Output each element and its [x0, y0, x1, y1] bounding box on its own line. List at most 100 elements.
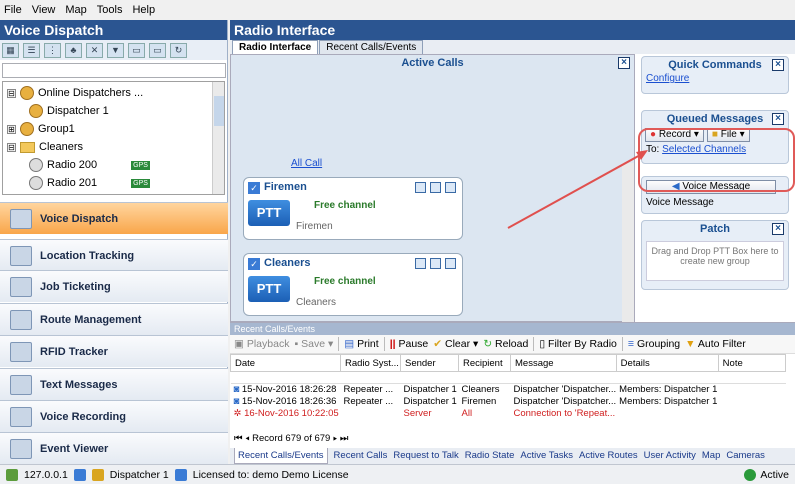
tab-active-tasks[interactable]: Active Tasks [520, 448, 573, 464]
cell-sender: Server [403, 408, 432, 419]
all-call-link[interactable]: All Call [291, 158, 322, 169]
active-calls-scrollbar[interactable] [622, 163, 634, 323]
nav-rfid-tracker[interactable]: RFID Tracker [0, 335, 228, 367]
last-page-icon[interactable]: ⏭ [340, 433, 349, 444]
tab-radio-state[interactable]: Radio State [465, 448, 515, 464]
expand-icon[interactable]: ⊞ [7, 124, 16, 134]
ptt-button[interactable]: PTT [248, 276, 290, 302]
close-icon[interactable]: × [772, 223, 784, 235]
column-header[interactable]: Recipient [458, 354, 511, 372]
nav-location-tracking[interactable]: Location Tracking [0, 239, 228, 271]
paste-icon[interactable]: ▭ [149, 42, 166, 58]
cell-date: 15-Nov-2016 18:26:28 [241, 384, 337, 396]
patch-drop-hint[interactable]: Drag and Drop PTT Box here to create new… [646, 241, 784, 281]
tree-node-radio201[interactable]: Radio 201 GPS [29, 174, 150, 192]
mute-icon[interactable] [430, 258, 441, 269]
menu-file[interactable]: File [4, 4, 22, 16]
clear-button[interactable]: ✔ Clear ▾ [433, 338, 478, 350]
nav-route-management[interactable]: Route Management [0, 303, 228, 335]
cell-note [718, 396, 785, 408]
tree-node-dispatcher[interactable]: Dispatcher 1 [29, 102, 109, 120]
print-button[interactable]: ▤ Print [344, 338, 378, 350]
tree-node-radio200[interactable]: Radio 200 GPS [29, 156, 150, 174]
cell-details [616, 408, 718, 420]
grouping-button[interactable]: ≡ Grouping [628, 338, 680, 350]
pause-button[interactable]: || Pause [390, 338, 429, 350]
auto-filter-button[interactable]: ▼ Auto Filter [685, 338, 746, 350]
column-header[interactable]: Details [615, 354, 719, 372]
tab-recent-calls[interactable]: Recent Calls [334, 448, 388, 464]
column-header[interactable]: Message [510, 354, 617, 372]
tree-view-icon[interactable]: ▦ [2, 42, 19, 58]
collapse-icon[interactable]: ⊟ [7, 88, 16, 98]
tab-radio-interface[interactable]: Radio Interface [232, 40, 319, 54]
filter-icon[interactable]: ▼ [107, 42, 124, 58]
tab-request-to-talk[interactable]: Request to Talk [393, 448, 458, 464]
list-view-icon[interactable]: ☰ [23, 42, 40, 58]
users-icon[interactable]: ♣ [65, 42, 82, 58]
table-filter-row[interactable] [230, 371, 786, 384]
table-row[interactable]: ✲ 16-Nov-2016 10:22:05 Server All Connec… [231, 408, 786, 420]
speaker-icon[interactable] [415, 258, 426, 269]
configure-link[interactable]: Configure [642, 73, 788, 84]
menu-map[interactable]: Map [65, 4, 86, 16]
nav-event-viewer[interactable]: Event Viewer [0, 432, 228, 464]
nav-voice-recording[interactable]: Voice Recording [0, 400, 228, 432]
hierarchy-icon[interactable]: ⋮ [44, 42, 61, 58]
playback-button[interactable]: ▣ Playback [234, 338, 289, 350]
table-row[interactable]: ◙ 15-Nov-2016 18:26:28 Repeater ... Disp… [231, 384, 786, 396]
tree-node-online[interactable]: ⊟ Online Dispatchers ... [7, 84, 143, 102]
first-page-icon[interactable]: ⏮ [234, 433, 243, 444]
save-button[interactable]: ▪ Save ▾ [294, 338, 333, 350]
tab-cameras[interactable]: Cameras [726, 448, 765, 464]
column-header[interactable]: Date [230, 354, 341, 372]
queued-messages-title: Queued Messages [666, 113, 764, 125]
tab-map[interactable]: Map [702, 448, 720, 464]
prev-page-icon[interactable]: ◂ [245, 433, 249, 444]
channel-checkbox[interactable]: ✓ [248, 258, 260, 270]
refresh-icon[interactable]: ↻ [170, 42, 187, 58]
filter-by-radio-button[interactable]: ▯ Filter By Radio [539, 338, 617, 350]
firemen-card: ✓ Firemen PTT Free channel Firemen [243, 177, 463, 240]
channel-checkbox[interactable]: ✓ [248, 182, 260, 194]
menu-help[interactable]: Help [132, 4, 155, 16]
tree-scrollbar[interactable] [212, 82, 224, 194]
reload-button[interactable]: ↻ Reload [483, 338, 528, 350]
right-pane: Radio Interface Radio Interface Recent C… [230, 20, 795, 464]
channel-name: Firemen [264, 181, 307, 193]
call-icon: ◙ [233, 384, 240, 396]
tab-active-routes[interactable]: Active Routes [579, 448, 638, 464]
tab-recent-calls-events[interactable]: Recent Calls/Events [234, 448, 328, 464]
speaker-icon[interactable] [415, 182, 426, 193]
cell-radio-system [341, 408, 401, 420]
tree-search-input[interactable] [2, 63, 226, 78]
close-icon[interactable]: × [618, 57, 630, 69]
menu-view[interactable]: View [32, 4, 56, 16]
next-page-icon[interactable]: ▸ [333, 433, 337, 444]
disable-icon[interactable] [445, 258, 456, 269]
nav-job-ticketing[interactable]: Job Ticketing [0, 270, 228, 302]
copy-icon[interactable]: ▭ [128, 42, 145, 58]
nav-voice-dispatch[interactable]: Voice Dispatch [0, 202, 228, 234]
column-header[interactable]: Radio Syst... [340, 354, 401, 372]
mute-icon[interactable] [430, 182, 441, 193]
tree-node-group1[interactable]: ⊞ Group1 [7, 120, 75, 138]
collapse-icon[interactable]: ⊟ [7, 142, 16, 152]
column-header[interactable]: Note [717, 354, 787, 372]
close-icon[interactable]: × [772, 59, 784, 71]
tab-user-activity[interactable]: User Activity [644, 448, 696, 464]
pager-label: Record 679 of 679 [252, 433, 331, 444]
tab-recent-calls[interactable]: Recent Calls/Events [319, 40, 424, 54]
disable-icon[interactable] [445, 182, 456, 193]
scroll-thumb[interactable] [214, 96, 224, 126]
tools-icon[interactable]: ✕ [86, 42, 103, 58]
print-icon: ▤ [344, 338, 355, 350]
menu-tools[interactable]: Tools [97, 4, 123, 16]
ptt-button[interactable]: PTT [248, 200, 290, 226]
close-icon[interactable]: × [772, 113, 784, 125]
nav-text-messages[interactable]: Text Messages [0, 368, 228, 400]
table-row[interactable]: ◙ 15-Nov-2016 18:26:36 Repeater ... Disp… [231, 396, 786, 408]
column-header[interactable]: Sender [400, 354, 459, 372]
tree-node-cleaners[interactable]: ⊟ Cleaners [7, 138, 83, 156]
gps-badge: GPS [131, 178, 150, 188]
